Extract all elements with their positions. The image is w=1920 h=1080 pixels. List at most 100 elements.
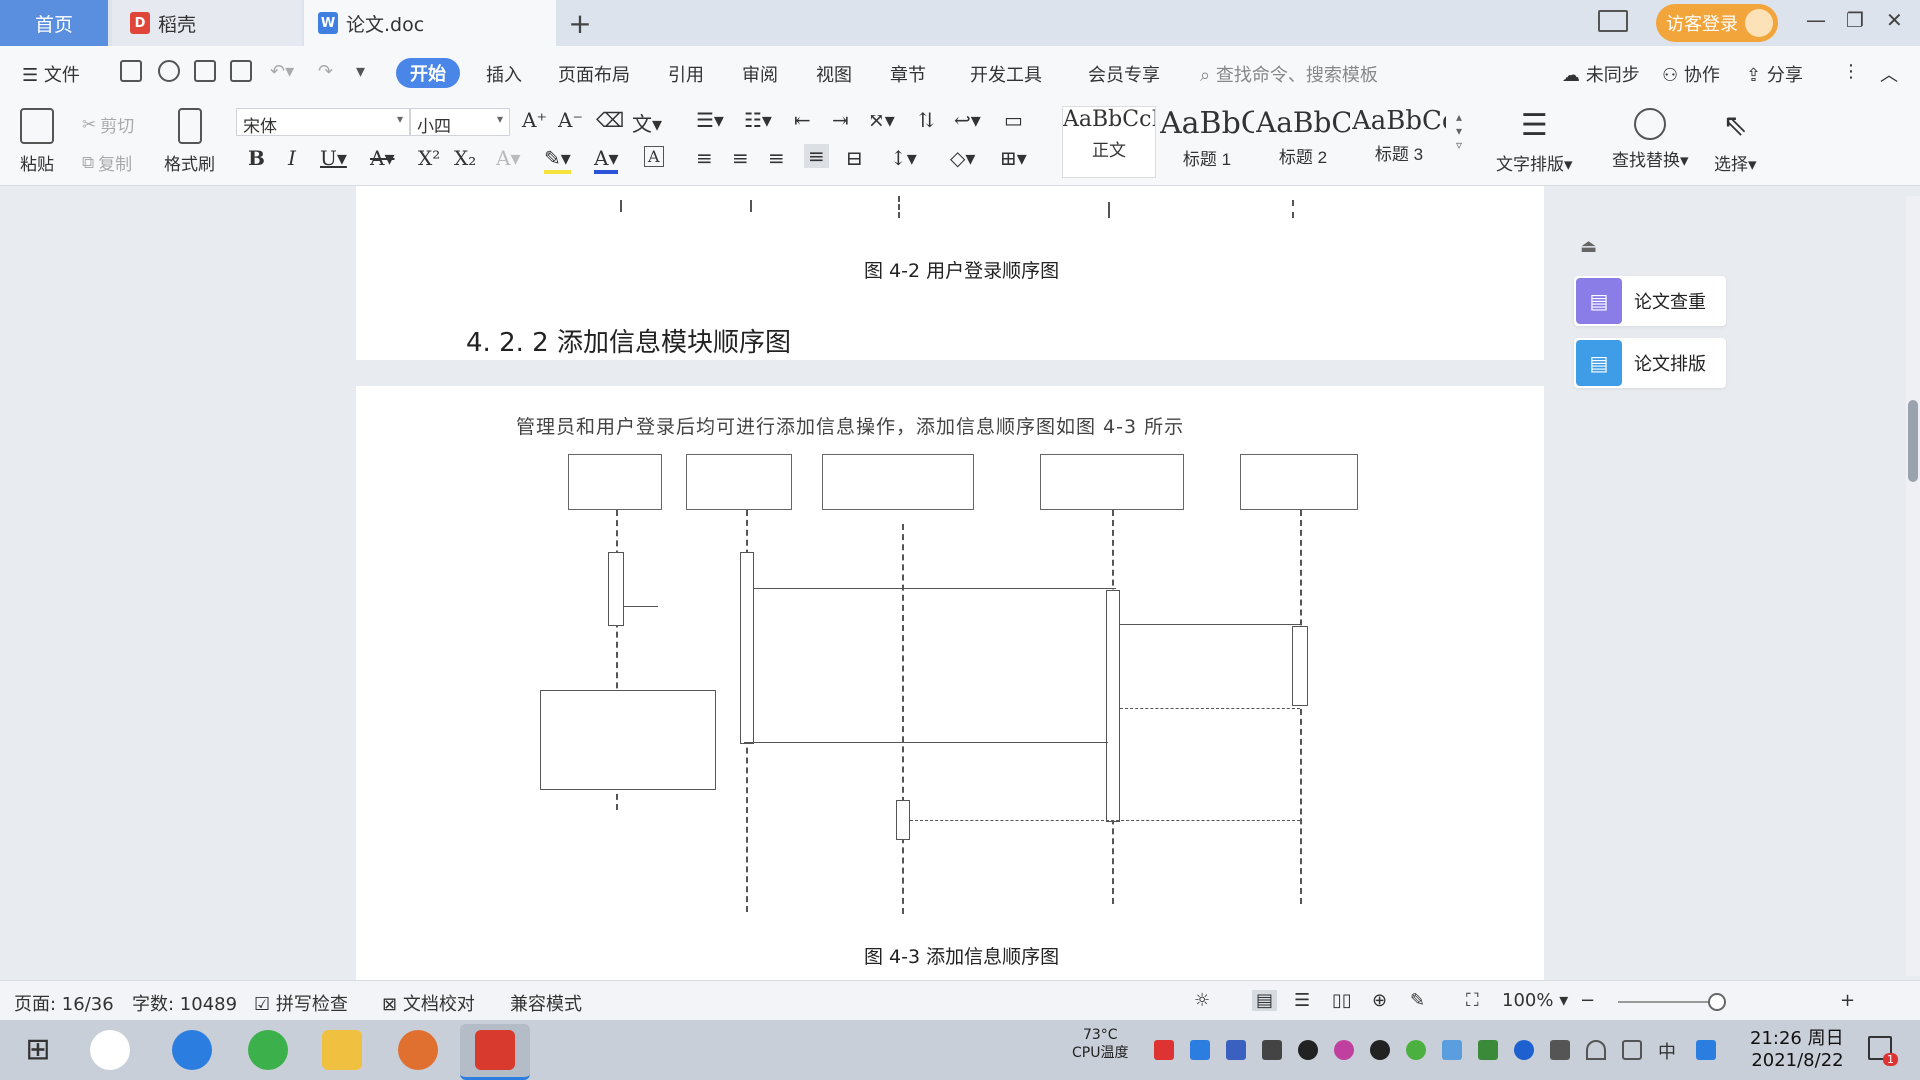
menu-insert[interactable]: 插入: [486, 61, 522, 87]
menu-reference[interactable]: 引用: [668, 61, 704, 87]
cpu-temp-widget[interactable]: 73°C CPU温度: [1072, 1026, 1128, 1062]
thesis-check-button[interactable]: ▤ 论文查重: [1574, 276, 1726, 326]
share-button[interactable]: ⇪ 分享: [1746, 61, 1803, 87]
quick-access-dropdown-icon[interactable]: ▾: [356, 61, 365, 82]
undo-icon[interactable]: ↶▾: [270, 61, 294, 82]
reading-view-icon[interactable]: ▯▯: [1332, 990, 1352, 1011]
export-icon[interactable]: [158, 60, 180, 82]
outline-view-icon[interactable]: ☰: [1294, 990, 1310, 1011]
panel-collapse-icon[interactable]: ⏏: [1580, 236, 1597, 257]
menu-review[interactable]: 审阅: [742, 61, 778, 87]
clear-format-icon[interactable]: ⌫: [596, 108, 624, 132]
tray-app-icon[interactable]: [1154, 1040, 1174, 1060]
system-clock[interactable]: 21:26 周日 2021/8/22: [1750, 1028, 1844, 1072]
tablet-mode-icon[interactable]: [1598, 10, 1628, 32]
page-indicator[interactable]: 页面: 16/36: [14, 990, 114, 1016]
bullet-list-icon[interactable]: ☰▾: [696, 108, 724, 132]
font-color-icon[interactable]: A▾: [594, 146, 619, 174]
decrease-indent-icon[interactable]: ⇤: [794, 108, 811, 132]
qq-icon[interactable]: [1334, 1040, 1354, 1060]
tab-daoke[interactable]: D 稻壳: [112, 0, 302, 46]
edit-icon[interactable]: ✎: [1410, 990, 1425, 1011]
menu-member[interactable]: 会员专享: [1088, 61, 1160, 87]
more-options-icon[interactable]: ⋮: [1842, 61, 1860, 82]
collaborate-button[interactable]: ⚇ 协作: [1662, 61, 1720, 87]
page-view-icon[interactable]: ▤: [1252, 990, 1278, 1011]
style-normal[interactable]: AaBbCcI 正文: [1062, 106, 1156, 178]
nvidia-icon[interactable]: [1478, 1040, 1498, 1060]
align-right-icon[interactable]: ≡: [768, 146, 785, 170]
word-count[interactable]: 字数: 10489: [132, 990, 237, 1016]
menu-start[interactable]: 开始: [396, 58, 460, 88]
menu-chapter[interactable]: 章节: [890, 61, 926, 87]
fit-page-icon[interactable]: ⛶: [1466, 990, 1479, 1011]
file-explorer-icon[interactable]: [322, 1030, 362, 1070]
line-wrap-icon[interactable]: ↩▾: [954, 108, 981, 132]
align-left-icon[interactable]: ≡: [696, 146, 713, 170]
sync-status[interactable]: ☁ 未同步: [1562, 61, 1640, 87]
tray-app-icon[interactable]: [1442, 1040, 1462, 1060]
find-replace-button[interactable]: 查找替换▾: [1612, 108, 1689, 171]
font-name-select[interactable]: 宋体 ▾: [236, 108, 410, 137]
copy-button[interactable]: ⧉ 复制: [82, 150, 132, 176]
style-heading-1[interactable]: AaBbC 标题 1: [1160, 106, 1254, 178]
qq-icon[interactable]: [1298, 1040, 1318, 1060]
text-effect-icon[interactable]: A▾: [496, 146, 520, 170]
tab-document[interactable]: W 论文.doc: [304, 0, 556, 46]
font-size-select[interactable]: 小四 ▾: [410, 108, 510, 137]
numbered-list-icon[interactable]: ☷▾: [744, 108, 772, 132]
battery-icon[interactable]: [1550, 1040, 1570, 1060]
subscript-icon[interactable]: X₂: [454, 146, 476, 170]
text-layout-button[interactable]: ☰ 文字排版▾: [1496, 108, 1573, 175]
browser-icon[interactable]: [248, 1030, 288, 1070]
distribute-icon[interactable]: ⊟: [846, 146, 863, 170]
vertical-scrollbar[interactable]: [1906, 196, 1920, 976]
tab-home[interactable]: 首页: [0, 0, 108, 46]
cut-button[interactable]: ✂ 剪切: [82, 112, 134, 138]
zoom-slider[interactable]: [1618, 1001, 1718, 1003]
grow-font-icon[interactable]: A⁺: [522, 108, 547, 132]
zoom-out-button[interactable]: −: [1580, 990, 1595, 1011]
spell-check-button[interactable]: ☑ 拼写检查: [254, 990, 348, 1016]
format-painter-button[interactable]: 格式刷: [164, 108, 215, 175]
qq-icon[interactable]: [1370, 1040, 1390, 1060]
eye-protection-icon[interactable]: ☼: [1194, 990, 1210, 1011]
styles-scroll-icon[interactable]: ▴ ▾ ▿: [1456, 110, 1462, 152]
web-view-icon[interactable]: ⊕: [1372, 990, 1387, 1011]
line-spacing-icon[interactable]: ↕▾: [890, 146, 917, 170]
redo-icon[interactable]: ↷: [318, 61, 333, 82]
zoom-select[interactable]: 100% ▾: [1502, 990, 1568, 1011]
menu-page-layout[interactable]: 页面布局: [558, 61, 630, 87]
save-icon[interactable]: [120, 60, 142, 82]
superscript-icon[interactable]: X²: [418, 146, 440, 170]
action-center-icon[interactable]: 1: [1868, 1036, 1898, 1066]
increase-indent-icon[interactable]: ⇥: [832, 108, 849, 132]
app-icon[interactable]: [398, 1030, 438, 1070]
strikethrough-icon[interactable]: A▾: [370, 146, 394, 170]
pinyin-guide-icon[interactable]: 文▾: [632, 108, 662, 137]
tray-app-icon[interactable]: [1190, 1040, 1210, 1060]
ie-browser-icon[interactable]: [172, 1030, 212, 1070]
shading-icon[interactable]: ◇▾: [950, 146, 975, 170]
underline-icon[interactable]: U▾: [320, 146, 347, 170]
wps-taskbar-button[interactable]: [460, 1024, 530, 1080]
app-launcher-icon[interactable]: [90, 1030, 130, 1070]
char-border-icon[interactable]: A: [644, 146, 664, 167]
volume-icon[interactable]: [1622, 1040, 1642, 1060]
paste-button[interactable]: 粘贴: [20, 108, 54, 175]
borders-icon[interactable]: ⊞▾: [1000, 146, 1027, 170]
menu-view[interactable]: 视图: [816, 61, 852, 87]
zoom-slider-handle[interactable]: [1708, 993, 1726, 1011]
align-center-icon[interactable]: ≡: [732, 146, 749, 170]
style-heading-3[interactable]: AaBbCc 标题 3: [1352, 106, 1446, 178]
tray-app-icon[interactable]: [1406, 1040, 1426, 1060]
style-heading-2[interactable]: AaBbC 标题 2: [1256, 106, 1350, 178]
guest-login-button[interactable]: 访客登录: [1656, 4, 1778, 42]
proofread-button[interactable]: ⊠ 文档校对: [382, 990, 475, 1016]
file-menu[interactable]: ☰ 文件: [22, 61, 80, 87]
close-button[interactable]: ✕: [1886, 8, 1903, 32]
text-direction-icon[interactable]: ⤧▾: [868, 108, 895, 132]
highlight-icon[interactable]: ✎▾: [544, 146, 571, 174]
ruler-icon[interactable]: ▭: [1004, 108, 1023, 132]
restore-button[interactable]: ❐: [1846, 8, 1864, 32]
